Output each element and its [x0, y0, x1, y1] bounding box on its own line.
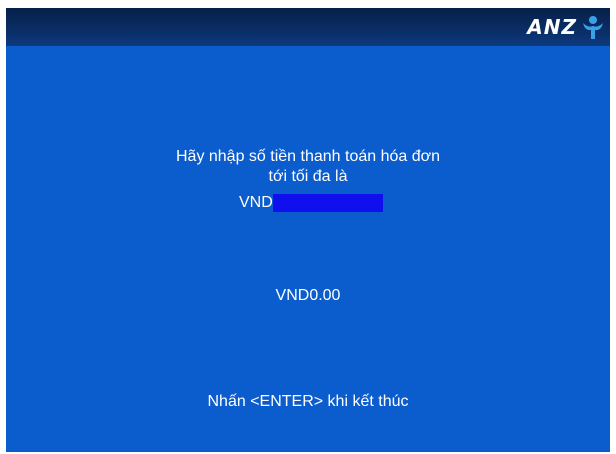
- anz-logo: ANZ: [527, 14, 606, 40]
- header-bar: ANZ: [6, 8, 610, 46]
- max-amount-highlight: [272, 194, 383, 212]
- max-currency-label: VND: [239, 194, 273, 211]
- enter-instruction: Nhấn <ENTER> khi kết thúc: [207, 393, 409, 410]
- max-amount-row: VND: [239, 194, 383, 212]
- prompt-line-1: Hãy nhập số tiền thanh toán hóa đơn: [175, 148, 441, 165]
- anz-person-icon: [583, 16, 603, 39]
- amount-prompt: Hãy nhập số tiền thanh toán hóa đơn tới …: [6, 147, 610, 187]
- atm-screen: ANZ Hãy nhập số tiền thanh toán hóa đơn …: [6, 8, 610, 452]
- entered-amount: VND0.00: [275, 287, 341, 304]
- logo-text: ANZ: [527, 15, 577, 39]
- prompt-line-2: tới tối đa là: [268, 168, 348, 185]
